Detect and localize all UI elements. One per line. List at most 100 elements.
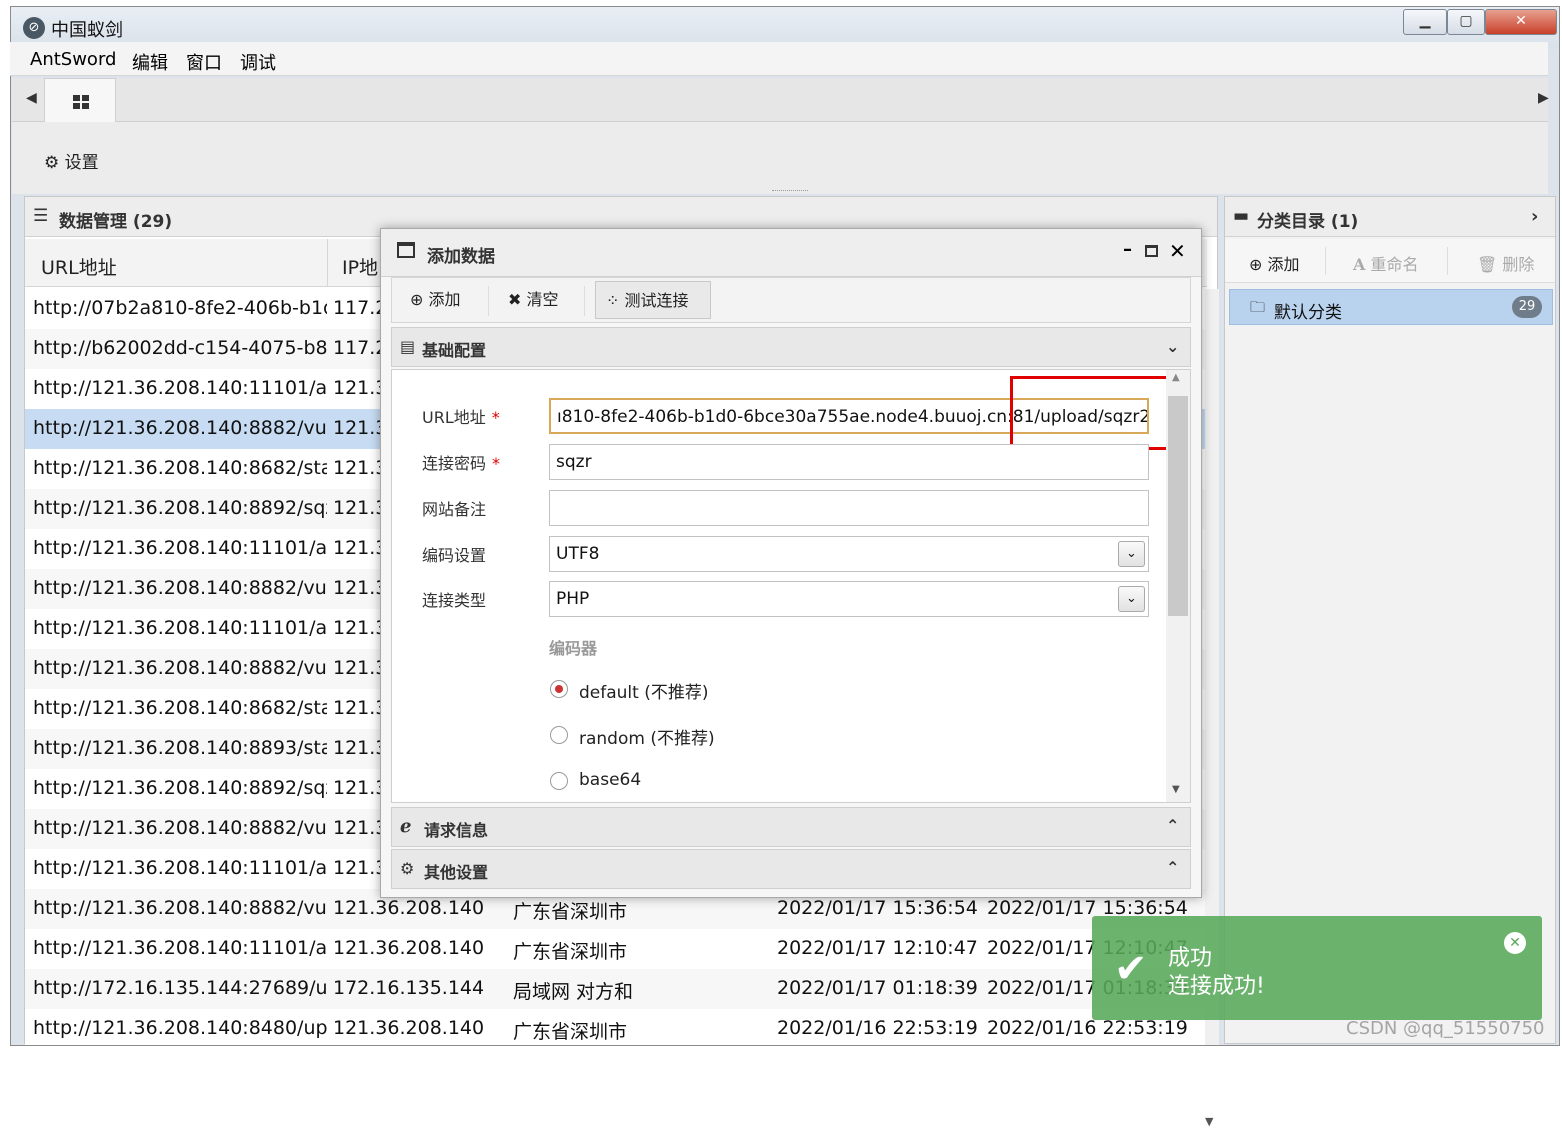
url-cell: http://b62002dd-c154-4075-b857 — [33, 337, 327, 359]
spinner-icon: ⁘ — [606, 291, 620, 310]
close-window-button[interactable]: ✕ — [1485, 9, 1557, 35]
tab-bar: ◀ ▶ — [12, 78, 1549, 122]
encoder-random-label: random (不推荐) — [579, 729, 715, 749]
request-info-header[interactable]: ℯ 请求信息 ⌃ — [391, 807, 1191, 847]
toolbar-divider — [1325, 247, 1326, 275]
category-count-badge: 29 — [1512, 296, 1542, 318]
encoder-random-radio[interactable] — [550, 726, 568, 744]
table-row[interactable]: http://172.16.135.144:27689/up 172.16.135… — [25, 969, 1205, 1009]
note-field-label: 网站备注 — [422, 500, 487, 519]
category-item-default[interactable]: 🗀 默认分类 29 — [1229, 289, 1553, 325]
category-panel-header: ▬ 分类目录 (1) › — [1225, 197, 1555, 237]
basic-config-title: 基础配置 — [422, 341, 487, 360]
toast-message: 连接成功! — [1168, 974, 1265, 999]
success-toast: ✔ 成功 连接成功! ✕ — [1092, 916, 1542, 1020]
created-time-cell: 2022/01/17 01:18:39 — [777, 977, 977, 999]
watermark: CSDN @qq_51550750 — [1346, 1018, 1545, 1039]
edge-icon: ℯ — [400, 816, 412, 837]
encoding-select[interactable]: UTF8 ⌄ — [549, 536, 1149, 572]
encoding-field-label: 编码设置 — [422, 546, 487, 565]
encoder-base64-radio[interactable] — [550, 772, 568, 790]
collapse-chevron-icon[interactable]: › — [1531, 206, 1538, 227]
tab-home[interactable] — [44, 78, 116, 122]
column-ip-label: IP地 — [342, 257, 379, 279]
category-delete-button[interactable]: 🗑 删除 — [1477, 251, 1534, 275]
settings-button[interactable]: ⚙ 设置 — [44, 148, 99, 173]
url-cell: http://121.36.208.140:8480/uplc — [33, 1017, 327, 1039]
url-cell: http://121.36.208.140:8882/vuln — [33, 817, 327, 839]
dialog-maximize-button[interactable] — [1145, 245, 1158, 257]
location-cell: 广东省深圳市 — [513, 901, 628, 923]
menu-antsword[interactable]: AntSword — [30, 49, 116, 70]
scroll-down-icon[interactable]: ▼ — [1205, 1115, 1213, 1128]
url-cell: http://121.36.208.140:11101/api — [33, 537, 327, 559]
toolbar-divider — [584, 286, 585, 316]
maximize-button[interactable]: ▢ — [1447, 9, 1485, 35]
basic-config-header[interactable]: ▤ 基础配置 ⌄ — [391, 327, 1191, 367]
column-url-label: URL地址 — [41, 257, 117, 279]
other-settings-header[interactable]: ⚙ 其他设置 ⌃ — [391, 849, 1191, 889]
chevron-up-icon: ⌃ — [1166, 858, 1180, 877]
category-panel-title: 分类目录 (1) — [1257, 212, 1359, 232]
dialog-header: 添加数据 – ✕ — [381, 229, 1201, 277]
connection-type-select[interactable]: PHP ⌄ — [549, 581, 1149, 617]
dialog-add-button[interactable]: ⊕ 添加 — [410, 281, 461, 319]
dialog-title: 添加数据 — [427, 247, 495, 267]
annotation-highlight-box — [1010, 376, 1172, 450]
chevron-down-icon: ⌄ — [1118, 586, 1145, 612]
folder-icon: ▬ — [1233, 206, 1250, 226]
splitter-handle[interactable] — [772, 190, 808, 192]
gear-icon: ⚙ — [44, 153, 60, 173]
url-cell: http://121.36.208.140:8892/sqzr — [33, 497, 327, 519]
scroll-down-icon[interactable]: ▼ — [1172, 784, 1180, 795]
table-row[interactable]: http://121.36.208.140:8480/uplc 121.36.20… — [25, 1009, 1205, 1045]
location-cell: 广东省深圳市 — [513, 941, 628, 963]
ip-cell: 121.36.208.140 — [333, 937, 485, 959]
tab-scroll-left-icon[interactable]: ◀ — [26, 90, 37, 106]
tab-scroll-right-icon[interactable]: ▶ — [1538, 90, 1549, 106]
toolbar: ⚙ 设置 — [12, 122, 1548, 194]
menu-debug[interactable]: 调试 — [240, 49, 276, 75]
category-rename-button[interactable]: A 重命名 — [1353, 251, 1419, 275]
menu-bar: AntSword 编辑 窗口 调试 — [10, 42, 1548, 76]
note-input[interactable] — [549, 490, 1149, 526]
dialog-clear-button[interactable]: ✖ 清空 — [508, 281, 559, 319]
request-info-title: 请求信息 — [424, 821, 489, 840]
toolbar-divider — [488, 286, 489, 316]
chevron-down-icon: ⌄ — [1118, 541, 1145, 567]
location-cell: 广东省深圳市 — [513, 1021, 628, 1043]
dialog-close-button[interactable]: ✕ — [1169, 239, 1186, 263]
column-url-header[interactable]: URL地址 — [25, 239, 327, 287]
plus-circle-icon: ⊕ — [410, 290, 424, 309]
ip-cell: 121.36.208.140 — [333, 1017, 485, 1039]
toast-close-icon[interactable]: ✕ — [1504, 932, 1526, 954]
other-settings-title: 其他设置 — [424, 863, 489, 882]
created-time-cell: 2022/01/16 22:53:19 — [777, 1017, 977, 1039]
password-input[interactable]: sqzr — [549, 444, 1149, 480]
scroll-up-icon[interactable]: ▲ — [1172, 372, 1180, 383]
window-icon — [397, 242, 415, 258]
gears-icon: ⚙ — [400, 859, 415, 878]
check-icon: ✔ — [1114, 946, 1148, 992]
url-cell: http://121.36.208.140:8882/vuln — [33, 417, 327, 439]
minimize-button[interactable]: ▁ — [1403, 9, 1447, 35]
x-icon: ✖ — [508, 290, 522, 309]
scrollbar-thumb[interactable] — [1168, 396, 1188, 616]
category-toolbar: ⊕ 添加 A 重命名 🗑 删除 — [1225, 239, 1555, 283]
password-field-label: 连接密码 * — [422, 454, 501, 473]
url-cell: http://121.36.208.140:11101/api — [33, 377, 327, 399]
add-data-dialog: 添加数据 – ✕ ⊕ 添加 ✖ 清空 ⁘ 测试连接 ▤ 基础配置 ⌄ URL地址… — [380, 228, 1202, 898]
connection-type-value: PHP — [556, 589, 590, 609]
test-connection-button[interactable]: ⁘ 测试连接 — [595, 281, 711, 319]
category-add-button[interactable]: ⊕ 添加 — [1249, 251, 1300, 275]
file-text-icon: ▤ — [400, 337, 416, 356]
encoder-default-radio[interactable] — [550, 680, 568, 698]
url-cell: http://172.16.135.144:27689/up — [33, 977, 327, 999]
antsword-logo-icon: ⊘ — [23, 17, 45, 39]
dialog-minimize-button[interactable]: – — [1123, 239, 1132, 260]
menu-window[interactable]: 窗口 — [186, 49, 222, 75]
form-scrollbar[interactable]: ▲ ▼ — [1166, 370, 1190, 802]
table-row[interactable]: http://121.36.208.140:11101/api 121.36.20… — [25, 929, 1205, 969]
url-cell: http://121.36.208.140:8882/vuln — [33, 577, 327, 599]
menu-edit[interactable]: 编辑 — [132, 49, 168, 75]
